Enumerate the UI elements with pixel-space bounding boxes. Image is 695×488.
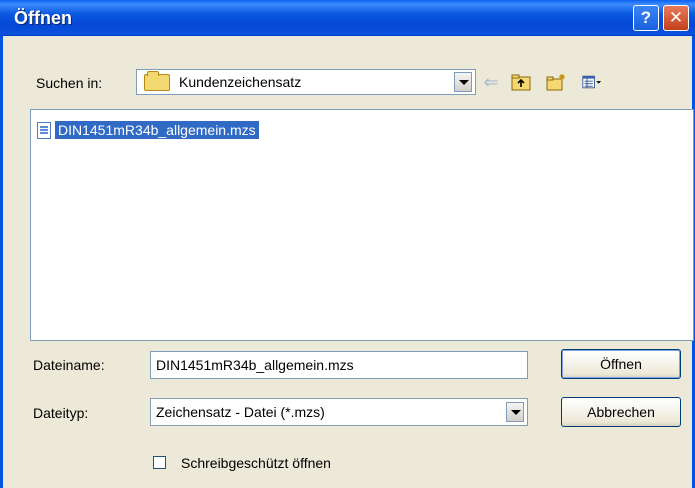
up-folder-icon[interactable] [511, 73, 531, 91]
filename-input[interactable]: DIN1451mR34b_allgemein.mzs [150, 351, 528, 379]
file-name: DIN1451mR34b_allgemein.mzs [55, 121, 259, 139]
filetype-dropdown[interactable]: Zeichensatz - Datei (*.mzs) [150, 398, 528, 426]
lookin-value: Kundenzeichensatz [179, 74, 302, 90]
readonly-label[interactable]: Schreibgeschützt öffnen [181, 455, 331, 471]
file-list[interactable]: DIN1451mR34b_allgemein.mzs [30, 109, 694, 341]
help-button[interactable]: ? [633, 5, 659, 31]
back-arrow-icon[interactable]: ⇐ [481, 73, 501, 91]
file-list-item[interactable]: DIN1451mR34b_allgemein.mzs [37, 120, 259, 140]
open-dialog: Öffnen ? ✕ Suchen in: Kundenzeichensatz … [0, 0, 695, 488]
new-folder-icon[interactable] [546, 73, 566, 91]
lookin-dropdown-arrow[interactable] [454, 72, 472, 92]
lookin-dropdown[interactable]: Kundenzeichensatz [136, 69, 476, 95]
filetype-value: Zeichensatz - Datei (*.mzs) [156, 404, 325, 420]
cancel-button[interactable]: Abbrechen [561, 397, 681, 427]
filetype-label: Dateityp: [33, 405, 89, 421]
dialog-title: Öffnen [14, 8, 72, 28]
filename-label: Dateiname: [33, 357, 105, 373]
readonly-checkbox[interactable] [153, 456, 166, 469]
close-button[interactable]: ✕ [663, 5, 689, 31]
file-icon [37, 121, 51, 139]
title-bar[interactable]: Öffnen ? ✕ [0, 0, 695, 36]
lookin-label: Suchen in: [36, 75, 103, 91]
open-button[interactable]: Öffnen [561, 349, 681, 379]
folder-icon [144, 71, 170, 91]
views-menu-icon[interactable] [582, 73, 602, 91]
filetype-dropdown-arrow[interactable] [506, 402, 524, 422]
